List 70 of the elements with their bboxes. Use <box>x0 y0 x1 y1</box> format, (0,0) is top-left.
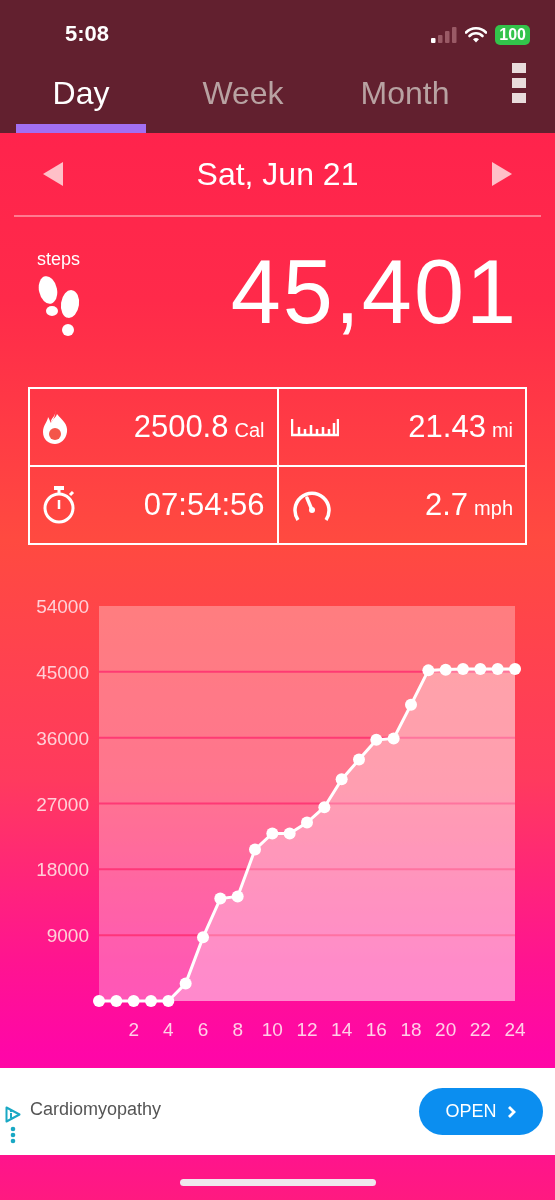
y-axis-label: 18000 <box>36 859 89 881</box>
x-axis-label: 2 <box>128 1019 139 1040</box>
data-point <box>457 662 469 675</box>
signal-icon <box>431 27 458 43</box>
chevron-icon <box>506 1104 517 1119</box>
metric-unit: mph <box>474 497 513 519</box>
tab[interactable]: Day <box>16 70 146 133</box>
data-point <box>318 801 331 814</box>
data-point <box>197 931 209 944</box>
data-point <box>370 733 383 746</box>
x-axis-label: 18 <box>400 1019 422 1040</box>
data-point <box>422 664 435 677</box>
ad-info-icon[interactable] <box>5 1105 21 1123</box>
tab[interactable]: Month <box>340 70 470 133</box>
metric-unit: Cal <box>234 419 265 441</box>
data-point <box>145 995 157 1007</box>
data-point <box>474 662 487 675</box>
y-axis-label: 27000 <box>36 793 89 815</box>
data-point <box>301 816 313 829</box>
metric-unit: mi <box>491 419 513 441</box>
data-point <box>249 843 261 856</box>
data-point <box>162 995 175 1007</box>
ruler-icon <box>290 417 339 437</box>
steps-label: steps <box>37 248 81 270</box>
data-point <box>509 662 521 675</box>
y-axis-label: 36000 <box>36 727 89 749</box>
menu-icon[interactable] <box>512 63 526 103</box>
x-axis-label: 10 <box>261 1019 283 1040</box>
ad-title: Cardiomyopathy <box>30 1099 163 1120</box>
status-time: 5:08 <box>65 21 110 48</box>
metric-value: 2.7 <box>425 487 469 522</box>
data-point <box>283 827 296 840</box>
data-point <box>439 663 452 676</box>
y-axis-label: 45000 <box>36 661 89 683</box>
x-axis-label: 12 <box>296 1019 318 1040</box>
date-label: Sat, Jun 21 <box>196 155 359 193</box>
x-axis-label: 8 <box>232 1019 243 1040</box>
y-axis-label: 9000 <box>46 925 89 947</box>
data-point <box>110 995 123 1007</box>
metric-value: 21.43 <box>408 409 486 444</box>
step-count: 45,401 <box>230 240 518 344</box>
data-point <box>335 773 348 786</box>
data-point <box>491 662 504 675</box>
more-icon[interactable] <box>10 1125 16 1144</box>
tab[interactable]: Week <box>178 70 308 133</box>
x-axis-label: 24 <box>504 1019 526 1040</box>
x-axis-label: 6 <box>197 1019 209 1040</box>
stopwatch-icon <box>42 486 76 524</box>
previous-day-button[interactable] <box>43 162 63 186</box>
x-axis-label: 20 <box>435 1019 457 1040</box>
x-axis-label: 22 <box>469 1019 491 1040</box>
data-point <box>127 995 140 1007</box>
x-axis-label: 4 <box>163 1019 174 1040</box>
data-point <box>93 995 105 1007</box>
data-point <box>266 827 279 840</box>
metric-value: 2500.8 <box>133 409 229 444</box>
data-point <box>353 753 365 766</box>
data-point <box>214 892 227 905</box>
data-point <box>231 890 244 903</box>
wifi-icon <box>465 27 488 43</box>
y-axis-label: 54000 <box>36 596 89 617</box>
data-point <box>387 732 400 745</box>
metric-value: 07:54:56 <box>143 487 265 522</box>
next-day-button[interactable] <box>492 162 512 186</box>
battery-icon: 100 <box>495 25 530 45</box>
x-axis-label: 16 <box>365 1019 387 1040</box>
x-axis-label: 14 <box>331 1019 353 1040</box>
open-button[interactable]: OPEN <box>419 1088 543 1135</box>
data-point <box>405 698 417 711</box>
data-point <box>179 977 192 990</box>
